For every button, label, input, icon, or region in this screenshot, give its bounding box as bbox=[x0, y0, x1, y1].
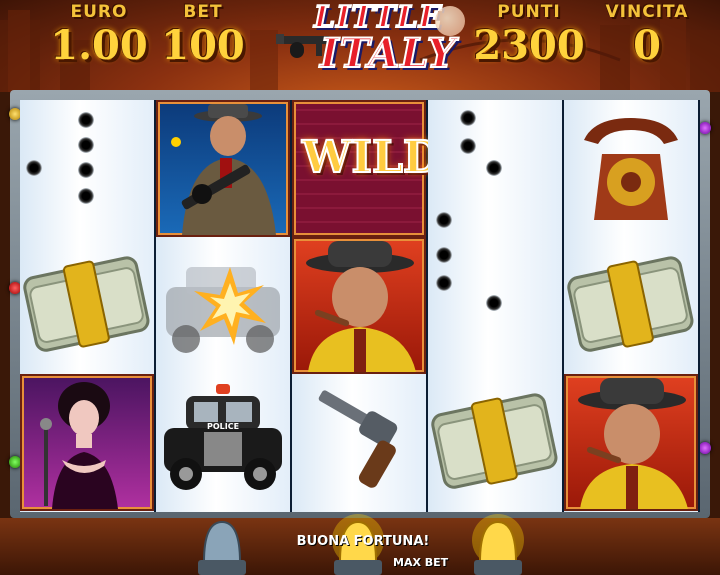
police-car-icon: POLICE bbox=[164, 384, 282, 490]
bet-value: 100 bbox=[161, 22, 245, 69]
reel-1 bbox=[20, 100, 154, 512]
symbol-bullet-holes bbox=[428, 100, 562, 237]
euro-label: EURO bbox=[70, 2, 128, 22]
symbol-mob-boss-cigar bbox=[292, 237, 426, 374]
symbol-wild: WILD bbox=[292, 100, 442, 237]
moon-icon bbox=[435, 6, 465, 36]
mob-boss-cigar-icon bbox=[578, 378, 688, 509]
vincita-display: VINCITA 0 bbox=[592, 2, 702, 70]
symbol-rotary-telephone bbox=[564, 100, 698, 237]
punti-display: PUNTI 2300 bbox=[470, 2, 588, 70]
money-stack-icon bbox=[567, 256, 694, 352]
symbol-bullet-holes bbox=[428, 237, 562, 374]
punti-label: PUNTI bbox=[497, 2, 561, 22]
symbol-singer-woman bbox=[20, 374, 154, 511]
revolver-icon bbox=[318, 390, 398, 488]
symbol-police-car: POLICE bbox=[156, 374, 290, 511]
police-car-text: POLICE bbox=[207, 422, 239, 431]
logo-line-2: ITALY bbox=[319, 29, 457, 78]
reel-4 bbox=[428, 100, 562, 512]
reel-5 bbox=[564, 100, 698, 512]
reel-2: POLICE bbox=[156, 100, 290, 512]
euro-display: EURO 1.00 bbox=[44, 2, 154, 70]
singer-woman-icon bbox=[40, 382, 118, 509]
money-stack-icon bbox=[23, 256, 150, 352]
bet-display: BET 100 bbox=[160, 2, 246, 70]
vincita-value: 0 bbox=[633, 22, 661, 69]
symbol-mob-boss-cigar bbox=[564, 374, 698, 511]
gangster-tommy-gun-icon bbox=[171, 104, 276, 235]
symbol-police-car-explosion bbox=[156, 237, 290, 374]
rotary-telephone-icon bbox=[584, 118, 678, 220]
vincita-label: VINCITA bbox=[605, 2, 689, 22]
status-message: BUONA FORTUNA! bbox=[296, 534, 430, 549]
siren-button-off[interactable] bbox=[194, 512, 250, 575]
money-stack-icon bbox=[431, 393, 558, 489]
bet-label: BET bbox=[183, 2, 223, 22]
punti-value: 2300 bbox=[473, 22, 585, 69]
wild-text: WILD bbox=[301, 131, 442, 184]
mob-boss-cigar-icon bbox=[306, 241, 416, 372]
symbol-money-stack bbox=[564, 237, 698, 374]
top-bar: EURO 1.00 BET 100 LITTLE ITALY PUNTI 230… bbox=[0, 0, 720, 92]
reel-3: WILD bbox=[292, 100, 442, 512]
symbol-money-stack bbox=[428, 374, 562, 511]
symbol-money-stack bbox=[20, 237, 154, 374]
symbol-revolver bbox=[292, 374, 426, 511]
symbol-gangster-tommy-gun bbox=[156, 100, 290, 237]
max-bet-siren-button[interactable] bbox=[470, 512, 526, 575]
euro-value: 1.00 bbox=[50, 22, 148, 69]
police-car-explosion-icon bbox=[166, 267, 280, 353]
max-bet-label[interactable]: MAX BET bbox=[393, 556, 448, 569]
reels-area: POLICE WILD bbox=[20, 100, 700, 512]
payline-marker-icon[interactable] bbox=[699, 442, 711, 454]
payline-marker-icon[interactable] bbox=[699, 122, 711, 134]
symbol-bullet-holes bbox=[20, 100, 154, 237]
